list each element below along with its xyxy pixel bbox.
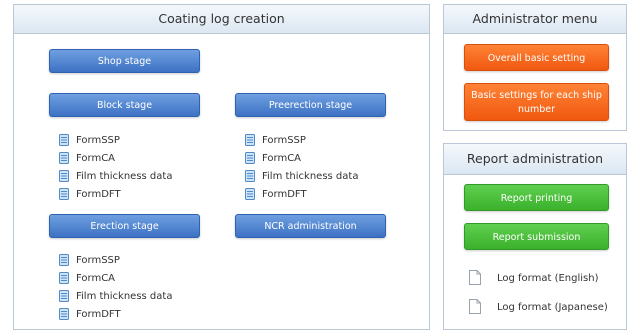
- form-document-icon: [59, 131, 72, 149]
- form-link-film-thickness[interactable]: Film thickness data: [59, 287, 172, 305]
- form-document-icon: [59, 305, 72, 323]
- form-link-ssp[interactable]: FormSSP: [245, 131, 358, 149]
- form-link-label: FormCA: [76, 272, 116, 284]
- form-link-label: FormCA: [262, 152, 302, 164]
- form-link-label: FormCA: [76, 152, 116, 164]
- form-document-icon: [245, 149, 258, 167]
- log-format-english-label: Log format (English): [497, 272, 599, 284]
- form-link-label: Film thickness data: [76, 170, 173, 182]
- file-icon: [469, 299, 483, 315]
- form-link-dft[interactable]: FormDFT: [59, 185, 172, 203]
- erection-form-list: FormSSP FormCA Film thickness data FormD…: [59, 251, 172, 323]
- erection-stage-button[interactable]: Erection stage: [49, 214, 200, 238]
- report-administration-title: Report administration: [444, 144, 626, 175]
- report-printing-button[interactable]: Report printing: [464, 184, 609, 211]
- form-document-icon: [59, 149, 72, 167]
- coating-log-title: Coating log creation: [14, 5, 429, 34]
- log-format-english-link[interactable]: Log format (English): [469, 270, 599, 286]
- form-document-icon: [59, 269, 72, 287]
- form-link-ca[interactable]: FormCA: [245, 149, 358, 167]
- form-link-dft[interactable]: FormDFT: [245, 185, 358, 203]
- basic-settings-label-line2: number: [517, 104, 556, 115]
- form-link-label: Film thickness data: [76, 290, 173, 302]
- block-form-list: FormSSP FormCA Film thickness data FormD…: [59, 131, 172, 203]
- basic-settings-label-line1: Basic settings for each ship: [471, 90, 602, 101]
- form-document-icon: [245, 185, 258, 203]
- report-administration-panel: Report administration Report printing Re…: [443, 143, 627, 330]
- form-link-label: FormDFT: [262, 188, 307, 200]
- log-format-japanese-link[interactable]: Log format (Japanese): [469, 299, 608, 315]
- form-link-label: FormDFT: [76, 308, 121, 320]
- form-link-label: FormSSP: [76, 254, 120, 266]
- preerection-form-list: FormSSP FormCA Film thickness data FormD…: [245, 131, 358, 203]
- form-link-label: FormSSP: [262, 134, 306, 146]
- form-link-film-thickness[interactable]: Film thickness data: [59, 167, 172, 185]
- form-link-ca[interactable]: FormCA: [59, 149, 172, 167]
- form-link-ssp[interactable]: FormSSP: [59, 251, 172, 269]
- form-link-dft[interactable]: FormDFT: [59, 305, 172, 323]
- form-link-label: FormDFT: [76, 188, 121, 200]
- administrator-menu-panel: Administrator menu Overall basic setting…: [443, 4, 627, 131]
- form-document-icon: [245, 131, 258, 149]
- form-document-icon: [59, 251, 72, 269]
- form-document-icon: [245, 167, 258, 185]
- form-link-label: FormSSP: [76, 134, 120, 146]
- form-link-film-thickness[interactable]: Film thickness data: [245, 167, 358, 185]
- administrator-menu-title: Administrator menu: [444, 5, 626, 34]
- overall-basic-setting-button[interactable]: Overall basic setting: [464, 44, 609, 71]
- coating-log-panel: Coating log creation Shop stage Block st…: [13, 4, 430, 330]
- report-submission-button[interactable]: Report submission: [464, 223, 609, 250]
- form-link-label: Film thickness data: [262, 170, 359, 182]
- ncr-administration-button[interactable]: NCR administration: [235, 214, 386, 238]
- block-stage-button[interactable]: Block stage: [49, 93, 200, 117]
- basic-settings-ship-number-button[interactable]: Basic settings for each ship number: [464, 83, 609, 121]
- file-icon: [469, 270, 483, 286]
- preerection-stage-button[interactable]: Preerection stage: [235, 93, 386, 117]
- form-link-ca[interactable]: FormCA: [59, 269, 172, 287]
- log-format-japanese-label: Log format (Japanese): [497, 301, 608, 313]
- form-document-icon: [59, 287, 72, 305]
- form-document-icon: [59, 185, 72, 203]
- shop-stage-button[interactable]: Shop stage: [49, 49, 200, 73]
- form-link-ssp[interactable]: FormSSP: [59, 131, 172, 149]
- form-document-icon: [59, 167, 72, 185]
